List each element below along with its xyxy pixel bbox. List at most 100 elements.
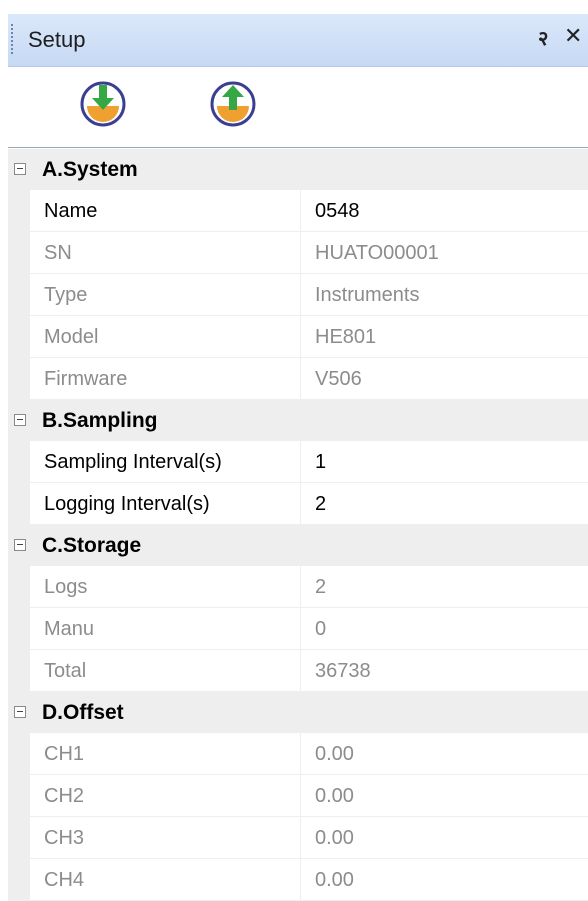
property-value-cell: 0.00	[301, 859, 588, 901]
property-name-cell[interactable]: CH3	[30, 817, 301, 859]
download-button[interactable]	[78, 79, 128, 129]
property-value-cell: 36738	[301, 650, 588, 692]
row-gutter	[8, 733, 30, 775]
property-row[interactable]: CH1 0.00	[8, 733, 588, 775]
property-value-cell: Instruments	[301, 274, 588, 316]
property-row[interactable]: Logging Interval(s) 2	[8, 483, 588, 525]
property-value-cell: 0.00	[301, 775, 588, 817]
collapse-icon[interactable]	[14, 163, 26, 175]
drag-grip-icon[interactable]	[11, 24, 13, 56]
property-value: 0.00	[315, 785, 354, 807]
property-value: 2	[315, 576, 327, 598]
collapse-icon[interactable]	[14, 539, 26, 551]
property-value: 0.00	[315, 743, 354, 765]
property-value-cell: 0	[301, 608, 588, 650]
property-row[interactable]: Firmware V506	[8, 358, 588, 400]
property-name-cell[interactable]: Sampling Interval(s)	[30, 441, 301, 483]
property-value-cell: HUATO00001	[301, 232, 588, 274]
property-name: Type	[44, 284, 88, 306]
property-value-cell: HE801	[301, 316, 588, 358]
property-name: CH4	[44, 869, 85, 891]
category-label: A.System	[42, 158, 138, 181]
property-row[interactable]: Manu 0	[8, 608, 588, 650]
row-gutter	[8, 608, 30, 650]
setup-panel: Setup २ ✕ A.System Name 0548 SN HUATO00001 Ty…	[8, 14, 588, 901]
property-value: 1	[315, 451, 327, 473]
property-name-cell[interactable]: Logs	[30, 566, 301, 608]
row-gutter	[8, 274, 30, 316]
property-value: 2	[315, 493, 327, 515]
property-value: 0.00	[315, 869, 354, 891]
toolbar	[8, 67, 588, 148]
row-gutter	[8, 358, 30, 400]
category-header[interactable]: D.Offset	[8, 692, 588, 733]
property-row[interactable]: Type Instruments	[8, 274, 588, 316]
property-name-cell[interactable]: CH4	[30, 859, 301, 901]
property-name-cell[interactable]: Type	[30, 274, 301, 316]
property-value: 0.00	[315, 827, 354, 849]
property-row[interactable]: CH3 0.00	[8, 817, 588, 859]
property-name-cell[interactable]: Total	[30, 650, 301, 692]
property-value: HUATO00001	[315, 242, 439, 264]
property-name: CH2	[44, 785, 85, 807]
property-value-cell: 0.00	[301, 817, 588, 859]
row-gutter	[8, 859, 30, 901]
row-gutter	[8, 316, 30, 358]
panel-title: Setup	[28, 27, 86, 52]
property-grid: A.System Name 0548 SN HUATO00001 Type Instrume…	[8, 149, 588, 901]
row-gutter	[8, 483, 30, 525]
category-header[interactable]: C.Storage	[8, 525, 588, 566]
property-value-cell[interactable]: 2	[301, 483, 588, 525]
property-row[interactable]: Model HE801	[8, 316, 588, 358]
category-header[interactable]: A.System	[8, 149, 588, 190]
row-gutter	[8, 441, 30, 483]
property-row[interactable]: CH2 0.00	[8, 775, 588, 817]
property-name: Total	[44, 660, 87, 682]
property-row[interactable]: SN HUATO00001	[8, 232, 588, 274]
category-label: C.Storage	[42, 534, 142, 557]
property-value: 36738	[315, 660, 371, 682]
property-row[interactable]: Name 0548	[8, 190, 588, 232]
property-name: Firmware	[44, 368, 128, 390]
property-name: Logging Interval(s)	[44, 493, 210, 515]
pin-icon[interactable]: २	[538, 24, 548, 51]
property-name: Model	[44, 326, 99, 348]
property-name-cell[interactable]: CH2	[30, 775, 301, 817]
category-header[interactable]: B.Sampling	[8, 400, 588, 441]
property-value: HE801	[315, 326, 377, 348]
row-gutter	[8, 190, 30, 232]
property-name: Sampling Interval(s)	[44, 451, 222, 473]
property-name: CH1	[44, 743, 85, 765]
property-name-cell[interactable]: Model	[30, 316, 301, 358]
collapse-icon[interactable]	[14, 414, 26, 426]
property-name: CH3	[44, 827, 85, 849]
property-value-cell[interactable]: 1	[301, 441, 588, 483]
property-name-cell[interactable]: Firmware	[30, 358, 301, 400]
row-gutter	[8, 817, 30, 859]
property-value: 0548	[315, 200, 360, 222]
property-name-cell[interactable]: SN	[30, 232, 301, 274]
property-row[interactable]: CH4 0.00	[8, 859, 588, 901]
close-icon[interactable]: ✕	[564, 23, 582, 49]
property-row[interactable]: Logs 2	[8, 566, 588, 608]
property-name-cell[interactable]: Name	[30, 190, 301, 232]
property-value-cell: V506	[301, 358, 588, 400]
property-row[interactable]: Total 36738	[8, 650, 588, 692]
property-value-cell[interactable]: 0548	[301, 190, 588, 232]
property-name-cell[interactable]: CH1	[30, 733, 301, 775]
property-name: Logs	[44, 576, 88, 598]
upload-button[interactable]	[208, 79, 258, 129]
collapse-icon[interactable]	[14, 706, 26, 718]
row-gutter	[8, 566, 30, 608]
property-value-cell: 0.00	[301, 733, 588, 775]
property-value: 0	[315, 618, 327, 640]
property-name-cell[interactable]: Manu	[30, 608, 301, 650]
property-name-cell[interactable]: Logging Interval(s)	[30, 483, 301, 525]
property-value: V506	[315, 368, 362, 390]
property-row[interactable]: Sampling Interval(s) 1	[8, 441, 588, 483]
property-name: Name	[44, 200, 98, 222]
category-label: D.Offset	[42, 701, 124, 724]
property-name: Manu	[44, 618, 95, 640]
row-gutter	[8, 775, 30, 817]
download-icon	[80, 81, 126, 127]
